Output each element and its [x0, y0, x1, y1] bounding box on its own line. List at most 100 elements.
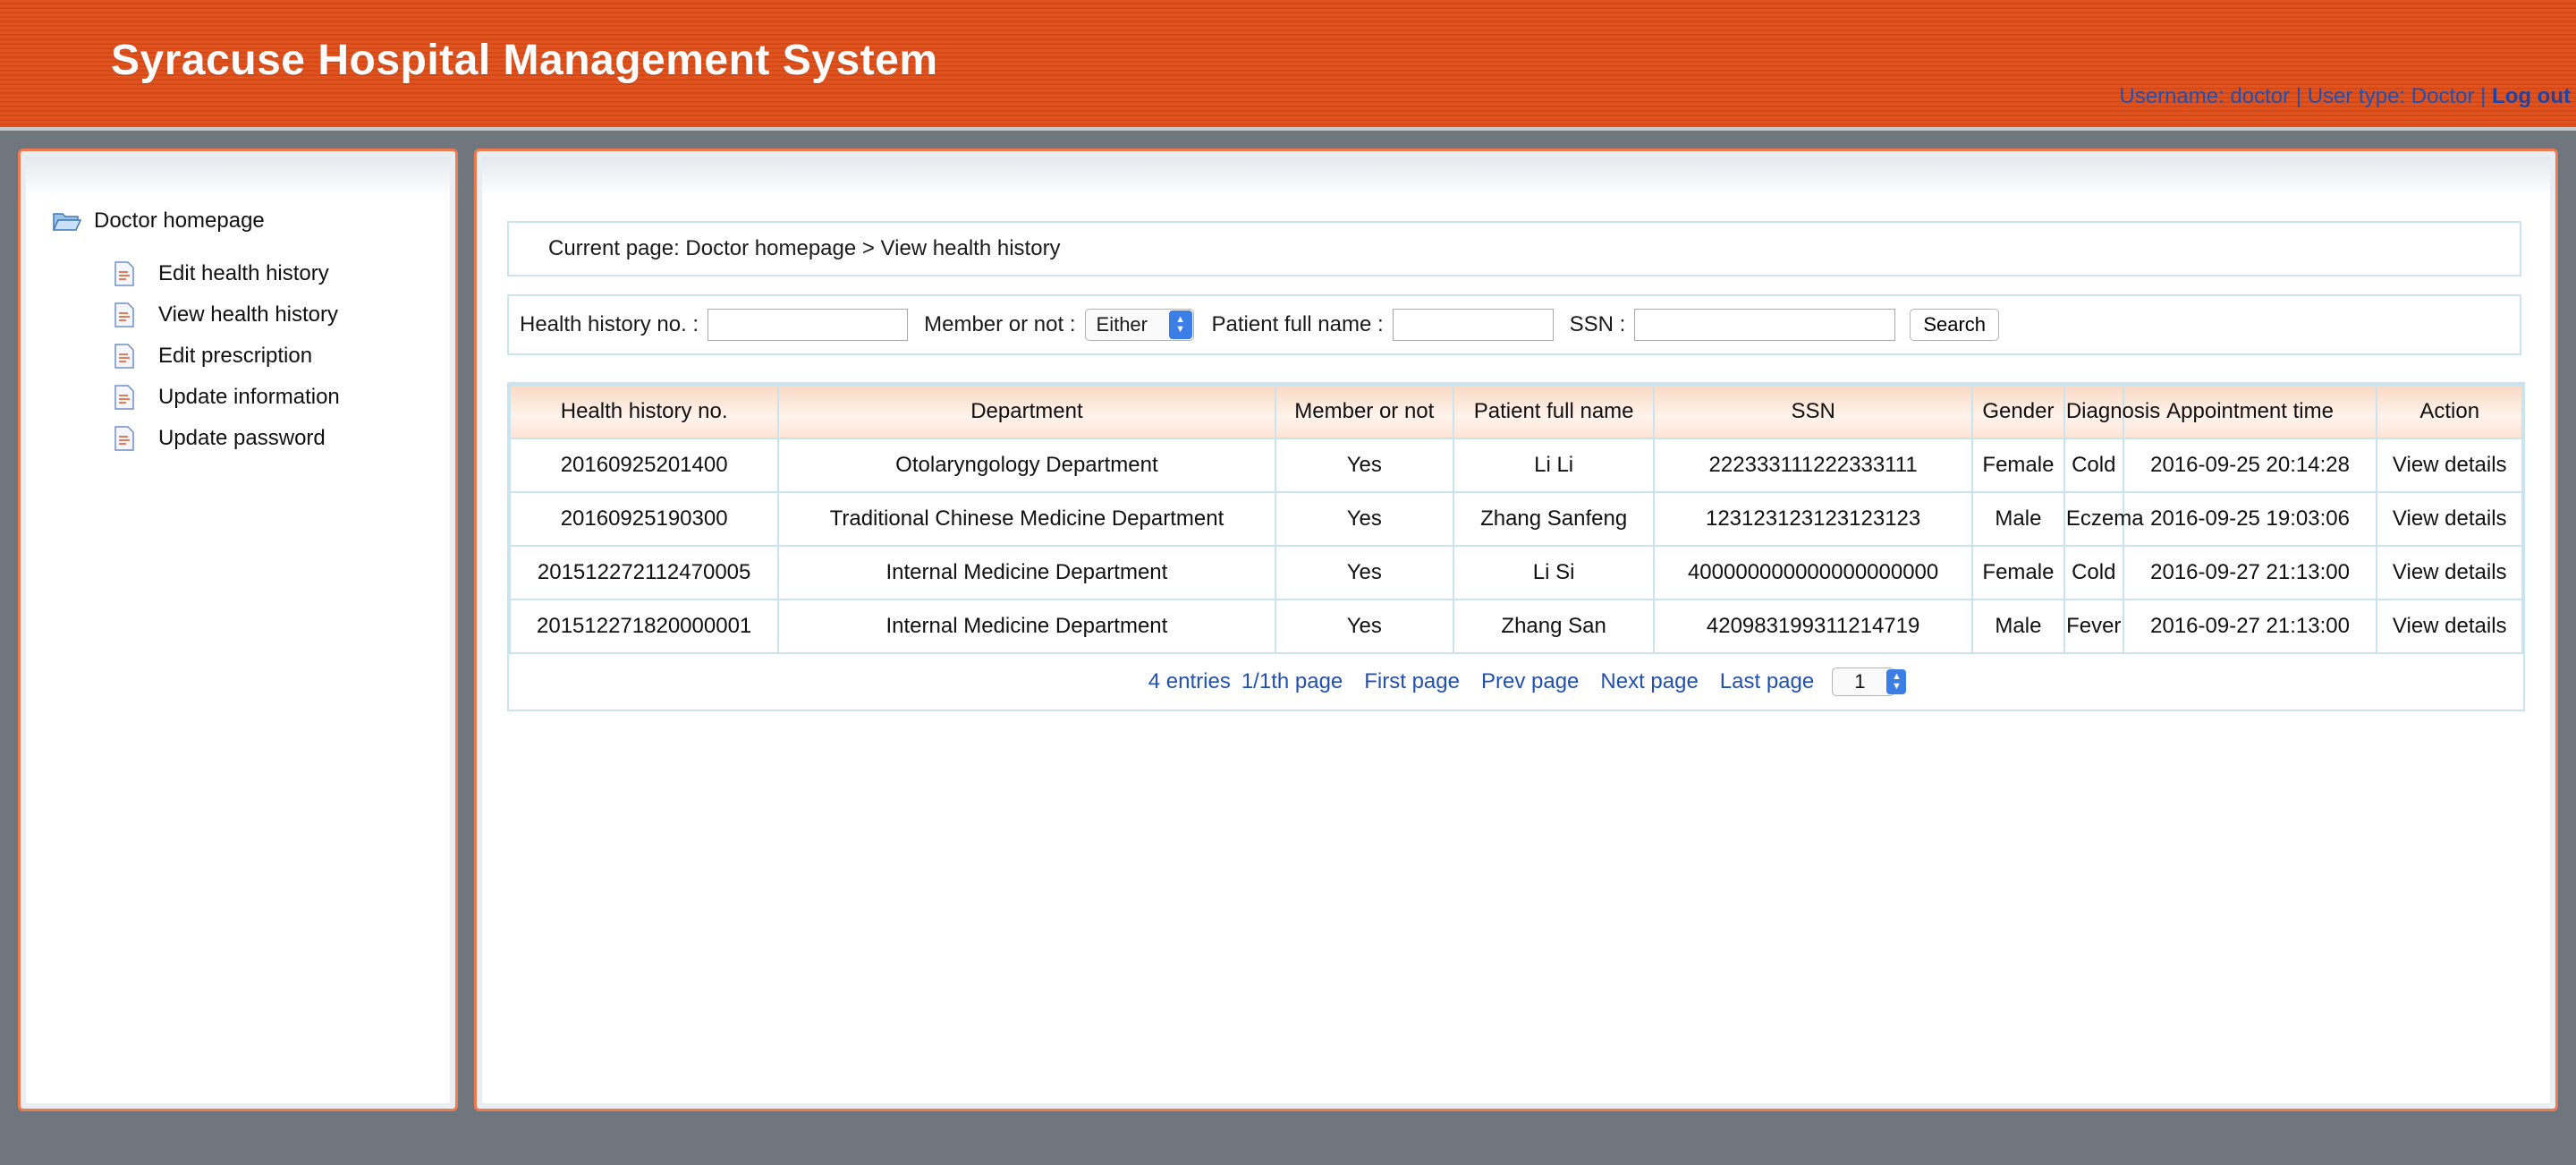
- table-cell: Yes: [1274, 438, 1455, 493]
- prev-page-link[interactable]: Prev page: [1481, 669, 1579, 694]
- sidebar-item-view-health-history[interactable]: View health history: [114, 294, 340, 336]
- logout-link[interactable]: Log out: [2492, 84, 2571, 108]
- table-cell: Female: [1971, 545, 2065, 600]
- separator: |: [2295, 84, 2302, 108]
- user-info-bar: Username: doctor | User type: Doctor | L…: [2119, 84, 2571, 109]
- view-details-link[interactable]: View details: [2376, 491, 2523, 547]
- table-cell: 2016-09-25 20:14:28: [2122, 438, 2378, 493]
- sidebar-item-update-password[interactable]: Update password: [114, 418, 340, 459]
- table-cell: 420983199311214719: [1653, 599, 1974, 654]
- view-details-link[interactable]: View details: [2376, 438, 2523, 493]
- column-header: SSN: [1653, 384, 1974, 439]
- app-title: Syracuse Hospital Management System: [111, 37, 938, 84]
- table-cell: Zhang San: [1453, 599, 1656, 654]
- sidebar-item-label: Edit prescription: [158, 344, 313, 368]
- column-header: Department: [777, 384, 1276, 439]
- patient-name-input[interactable]: [1392, 309, 1554, 341]
- sidebar-nav-list: Edit health history View health history …: [114, 253, 340, 459]
- separator: |: [2480, 84, 2487, 108]
- column-header: Action: [2376, 384, 2523, 439]
- last-page-link[interactable]: Last page: [1720, 669, 1814, 694]
- table-cell: Li Si: [1453, 545, 1656, 600]
- column-header: Member or not: [1274, 384, 1455, 439]
- table-cell: Male: [1971, 491, 2065, 547]
- folder-open-icon: [53, 213, 81, 231]
- nav-root-label: Doctor homepage: [94, 208, 265, 233]
- page-select-value: 1: [1854, 670, 1866, 693]
- user-type-text: User type: Doctor: [2307, 84, 2475, 108]
- select-arrows-icon: ▲ ▼: [1886, 669, 1907, 694]
- table-cell: 201512271820000001: [508, 599, 780, 654]
- entries-count: 4 entries: [1148, 669, 1231, 693]
- table-cell: Female: [1971, 438, 2065, 493]
- table-cell: 20160925201400: [508, 438, 780, 493]
- document-icon: [114, 385, 134, 410]
- table-cell: 400000000000000000000: [1653, 545, 1974, 600]
- ssn-input[interactable]: [1634, 309, 1896, 341]
- ssn-label: SSN :: [1569, 312, 1626, 336]
- table-cell: 123123123123123123: [1653, 491, 1974, 547]
- table-cell: Traditional Chinese Medicine Department: [777, 491, 1276, 547]
- table-row: 20160925190300 Traditional Chinese Medic…: [508, 491, 2523, 547]
- table-cell: 222333111222333111: [1653, 438, 1974, 493]
- breadcrumb-text: Current page: Doctor homepage > View hea…: [548, 236, 1061, 260]
- sidebar-item-label: View health history: [158, 302, 338, 327]
- patient-name-label: Patient full name :: [1211, 312, 1384, 336]
- health-history-no-input[interactable]: [708, 309, 909, 341]
- sidebar-item-label: Update information: [158, 385, 340, 409]
- column-header: Patient full name: [1453, 384, 1656, 439]
- first-page-link[interactable]: First page: [1364, 669, 1460, 694]
- table-row: 20160925201400 Otolaryngology Department…: [508, 438, 2523, 493]
- page-info: 1/1th page: [1241, 669, 1343, 693]
- nav-root-doctor-homepage[interactable]: Doctor homepage: [53, 208, 265, 234]
- member-select[interactable]: Either ▲ ▼: [1084, 309, 1194, 341]
- health-history-no-label: Health history no. :: [520, 312, 699, 336]
- table-cell: Zhang Sanfeng: [1453, 491, 1656, 547]
- table-cell: Male: [1971, 599, 2065, 654]
- sidebar-item-label: Update password: [158, 426, 326, 450]
- table-cell: Fever: [2063, 599, 2124, 654]
- table-cell: 2016-09-25 19:03:06: [2122, 491, 2378, 547]
- table-cell: Yes: [1274, 545, 1455, 600]
- breadcrumb: Current page: Doctor homepage > View hea…: [507, 221, 2521, 276]
- search-form: Health history no. : Member or not : Eit…: [507, 294, 2521, 355]
- select-arrows-icon: ▲ ▼: [1168, 310, 1192, 339]
- table-cell: 2016-09-27 21:13:00: [2122, 545, 2378, 600]
- table-cell: Cold: [2063, 438, 2124, 493]
- sidebar-item-label: Edit health history: [158, 261, 329, 285]
- view-details-link[interactable]: View details: [2376, 545, 2523, 600]
- table-header-row: Health history no. Department Member or …: [508, 384, 2523, 439]
- column-header: Health history no.: [508, 384, 780, 439]
- document-icon: [114, 426, 134, 451]
- table-cell: 201512272112470005: [508, 545, 780, 600]
- document-icon: [114, 261, 134, 286]
- table-cell: Internal Medicine Department: [777, 599, 1276, 654]
- sidebar-panel: Doctor homepage Edit health history View…: [18, 149, 458, 1111]
- table-cell: Yes: [1274, 599, 1455, 654]
- table-row: 201512272112470005 Internal Medicine Dep…: [508, 545, 2523, 600]
- table-cell: 20160925190300: [508, 491, 780, 547]
- sidebar-item-edit-health-history[interactable]: Edit health history: [114, 253, 340, 294]
- header-bar: Syracuse Hospital Management System User…: [0, 0, 2576, 131]
- sidebar-item-update-information[interactable]: Update information: [114, 377, 340, 418]
- column-header: Diagnosis: [2063, 384, 2160, 439]
- health-history-table: Health history no. Department Member or …: [507, 382, 2525, 711]
- table-cell: Internal Medicine Department: [777, 545, 1276, 600]
- member-select-value: Either: [1096, 313, 1148, 336]
- table-row: 201512271820000001 Internal Medicine Dep…: [508, 599, 2523, 654]
- username-text: Username: doctor: [2119, 84, 2291, 108]
- table-cell: Otolaryngology Department: [777, 438, 1276, 493]
- table-cell: Eczema: [2063, 491, 2144, 547]
- table-cell: Li Li: [1453, 438, 1656, 493]
- next-page-link[interactable]: Next page: [1600, 669, 1698, 694]
- table-cell: Yes: [1274, 491, 1455, 547]
- page-select[interactable]: 1 ▲ ▼: [1832, 668, 1907, 696]
- column-header: Appointment time: [2122, 384, 2378, 439]
- document-icon: [114, 344, 134, 369]
- pagination: 4 entries 1/1th page First page Prev pag…: [509, 654, 2523, 710]
- search-button[interactable]: Search: [1910, 309, 2000, 341]
- table-cell: 2016-09-27 21:13:00: [2122, 599, 2378, 654]
- view-details-link[interactable]: View details: [2376, 599, 2523, 654]
- sidebar-item-edit-prescription[interactable]: Edit prescription: [114, 336, 340, 377]
- column-header: Gender: [1971, 384, 2065, 439]
